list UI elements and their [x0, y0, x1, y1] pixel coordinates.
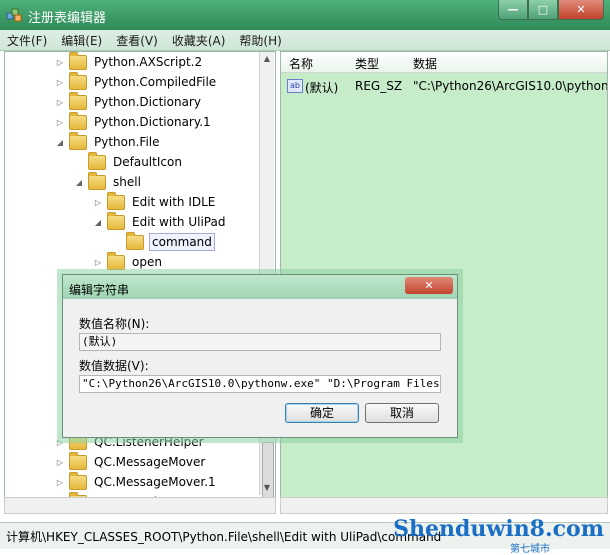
- scroll-up-icon[interactable]: ▲: [260, 52, 274, 66]
- folder-icon: [69, 71, 87, 90]
- status-path: 计算机\HKEY_CLASSES_ROOT\Python.File\shell\…: [6, 530, 442, 544]
- values-horizontal-scrollbar[interactable]: [280, 497, 608, 514]
- string-value-icon: ab: [287, 79, 303, 93]
- menu-bar: 文件(F) 编辑(E) 查看(V) 收藏夹(A) 帮助(H): [0, 30, 610, 51]
- expand-toggle-icon[interactable]: ▷: [55, 58, 65, 67]
- menu-favorites[interactable]: 收藏夹(A): [165, 32, 233, 49]
- tree-node[interactable]: DefaultIcon: [74, 151, 184, 172]
- tree-node[interactable]: ▷ Python.Dictionary: [55, 91, 203, 112]
- folder-icon: [88, 151, 106, 170]
- folder-icon: [126, 231, 144, 250]
- value-data: "C:\Python26\ArcGIS10.0\python: [413, 79, 608, 93]
- value-row[interactable]: ab (默认) REG_SZ "C:\Python26\ArcGIS10.0\p…: [281, 76, 607, 96]
- tree-node[interactable]: ◢ Edit with UliPad: [93, 211, 227, 232]
- window-title: 注册表编辑器: [28, 11, 107, 26]
- folder-icon: [69, 451, 87, 470]
- tree-node-label: Python.CompiledFile: [94, 75, 217, 89]
- dialog-title: 编辑字符串: [69, 283, 130, 297]
- expand-toggle-icon[interactable]: ◢: [93, 218, 103, 227]
- tree-node-label: Python.Dictionary: [94, 95, 201, 109]
- tree-node-label: Edit with IDLE: [132, 195, 216, 209]
- folder-icon: [69, 91, 87, 110]
- tree-node-label: Python.File: [94, 135, 160, 149]
- tree-node-label: shell: [113, 175, 141, 189]
- tree-node-label: QC.MessageMover: [94, 455, 206, 469]
- tree-node-label: command: [149, 233, 215, 251]
- column-type[interactable]: 类型: [355, 55, 379, 72]
- expand-toggle-icon[interactable]: ▷: [55, 478, 65, 487]
- title-bar: 注册表编辑器 — □ ✕: [0, 0, 610, 30]
- column-header: 名称 类型 数据: [281, 52, 607, 73]
- menu-file[interactable]: 文件(F): [0, 32, 54, 49]
- tree-node[interactable]: ▷ QC.MessageMover: [55, 451, 207, 472]
- menu-view[interactable]: 查看(V): [109, 32, 165, 49]
- folder-icon: [69, 131, 87, 150]
- column-name[interactable]: 名称: [289, 55, 313, 72]
- registry-editor-icon: [6, 8, 22, 22]
- folder-icon: [69, 52, 87, 70]
- dialog-title-bar: 编辑字符串 ✕: [63, 275, 457, 299]
- menu-edit[interactable]: 编辑(E): [54, 32, 109, 49]
- expand-toggle-icon[interactable]: ▷: [93, 258, 103, 267]
- tree-horizontal-scrollbar[interactable]: [4, 497, 276, 514]
- expand-toggle-icon[interactable]: ▷: [93, 198, 103, 207]
- watermark-logo: Shenduwin8.com: [393, 516, 604, 542]
- tree-node[interactable]: ▷ Python.CompiledFile: [55, 71, 218, 92]
- maximize-button[interactable]: □: [528, 0, 558, 20]
- folder-icon: [88, 171, 106, 190]
- tree-node[interactable]: ▷ Python.AXScript.2: [55, 52, 204, 72]
- expand-toggle-icon[interactable]: ▷: [55, 78, 65, 87]
- tree-node-label: open: [132, 255, 162, 269]
- folder-icon: [69, 471, 87, 490]
- ok-button[interactable]: 确定: [285, 403, 359, 423]
- cancel-button[interactable]: 取消: [365, 403, 439, 423]
- tree-node[interactable]: ◢ shell: [74, 171, 143, 192]
- close-button[interactable]: ✕: [558, 0, 604, 20]
- tree-node[interactable]: ▷ open: [93, 251, 164, 272]
- watermark-subtitle: 第七城市: [510, 544, 550, 555]
- value-data-field[interactable]: "C:\Python26\ArcGIS10.0\pythonw.exe" "D:…: [79, 375, 441, 393]
- value-type: REG_SZ: [355, 79, 403, 93]
- expand-toggle-icon[interactable]: ◢: [55, 138, 65, 147]
- tree-node-label: Python.Dictionary.1: [94, 115, 211, 129]
- column-data[interactable]: 数据: [413, 55, 437, 72]
- tree-node[interactable]: command: [112, 231, 215, 252]
- folder-icon: [107, 251, 125, 270]
- value-data-label: 数值数据(V):: [79, 359, 149, 373]
- expand-toggle-icon[interactable]: ▷: [55, 98, 65, 107]
- edit-string-dialog: 编辑字符串 ✕ 数值名称(N): (默认) 数值数据(V): "C:\Pytho…: [62, 274, 458, 438]
- tree-node[interactable]: ▷ Edit with IDLE: [93, 191, 217, 212]
- expand-toggle-icon[interactable]: ▷: [55, 118, 65, 127]
- value-name: (默认): [305, 81, 339, 95]
- tree-node-label: Python.AXScript.2: [94, 55, 203, 69]
- folder-icon: [107, 191, 125, 210]
- tree-node[interactable]: ◢ Python.File: [55, 131, 162, 152]
- expand-toggle-icon[interactable]: ◢: [74, 178, 84, 187]
- tree-node-label: Edit with UliPad: [132, 215, 226, 229]
- tree-node[interactable]: ▷ Python.Dictionary.1: [55, 111, 213, 132]
- value-name-label: 数值名称(N):: [79, 317, 150, 331]
- tree-node-label: QC.MessageMover.1: [94, 475, 216, 489]
- tree-node[interactable]: ▷ QC.MessageMover.1: [55, 471, 218, 492]
- menu-help[interactable]: 帮助(H): [232, 32, 288, 49]
- expand-toggle-icon[interactable]: ▷: [55, 438, 65, 447]
- expand-toggle-icon[interactable]: ▷: [55, 458, 65, 467]
- tree-node-label: DefaultIcon: [113, 155, 182, 169]
- folder-icon: [107, 211, 125, 230]
- folder-icon: [69, 111, 87, 130]
- minimize-button[interactable]: —: [498, 0, 528, 20]
- dialog-close-button[interactable]: ✕: [405, 277, 453, 294]
- value-name-field[interactable]: (默认): [79, 333, 441, 351]
- scroll-down-icon[interactable]: ▼: [260, 481, 274, 495]
